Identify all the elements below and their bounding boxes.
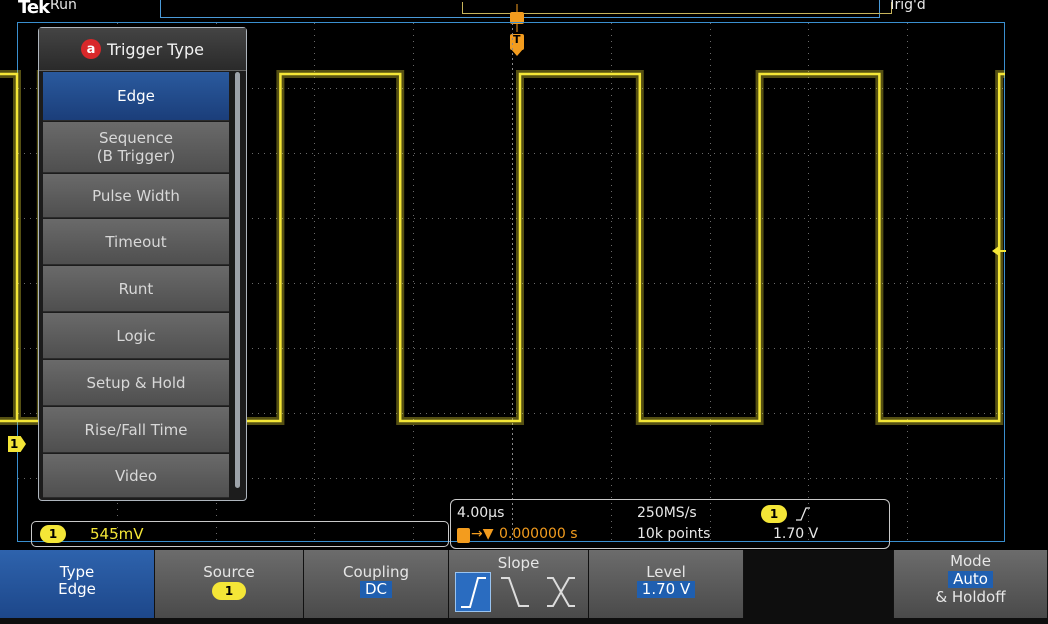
menu-a-badge: a [80, 39, 101, 59]
trigger-type-option[interactable]: Video [43, 454, 229, 498]
channel-1-readout[interactable]: 1 545mV [31, 521, 449, 547]
trigger-type-option-label: Logic [116, 326, 156, 345]
falling-slope-icon [501, 577, 529, 607]
oscilloscope-screen: Tek Run Trig'd T 1 a Trigger Type Edge S… [0, 0, 1048, 624]
either-slope-icon [547, 577, 575, 607]
level-button[interactable]: Level 1.70 V [589, 550, 744, 618]
trigger-type-option[interactable]: Runt [43, 266, 229, 312]
source-button[interactable]: Source 1 [155, 550, 304, 618]
trigger-type-menu-title: Trigger Type [106, 39, 204, 59]
horizontal-scale: 4.00µs [457, 505, 505, 521]
horizontal-delay: 0.000000 s [499, 526, 578, 542]
trigger-type-menu-header: a Trigger Type [39, 28, 246, 71]
bottom-menu: Type Edge Source 1 Coupling DC Slope Lev… [0, 550, 1048, 624]
sample-rate: 250MS/s [637, 505, 697, 521]
trigger-type-option-label: Setup & Hold [86, 373, 186, 392]
menu-scrollbar[interactable] [235, 72, 240, 488]
trigger-type-option-label: Video [114, 466, 158, 485]
source-channel-badge: 1 [212, 582, 246, 600]
trigger-source-badge: 1 [761, 505, 787, 523]
trigger-type-option-label: Sequence (B Trigger) [96, 129, 176, 165]
trigger-level-arrow-icon [992, 246, 1006, 256]
trigger-level-marker[interactable] [992, 242, 1006, 256]
trigger-level-readout: 1.70 V [773, 526, 819, 542]
trigger-type-option[interactable]: Sequence (B Trigger) [43, 122, 229, 173]
tek-logo: Tek [18, 0, 50, 18]
trigger-position-badge [457, 528, 470, 543]
slope-button[interactable]: Slope [449, 550, 589, 618]
source-button-label: Source [203, 563, 255, 581]
coupling-button-value: DC [359, 581, 393, 598]
trigger-type-option-label: Pulse Width [92, 186, 180, 205]
mode-button-label: Mode [950, 552, 991, 570]
record-window [462, 2, 892, 14]
acquisition-status: Run [50, 0, 77, 13]
trigger-type-option-label: Rise/Fall Time [84, 420, 188, 439]
coupling-button-label: Coupling [342, 563, 410, 581]
delay-prefix: →▼ [471, 526, 494, 542]
channel-1-marker-label: 1 [10, 437, 19, 451]
type-button[interactable]: Type Edge [0, 550, 155, 618]
channel-1-badge: 1 [40, 525, 66, 543]
level-button-label: Level [646, 563, 686, 581]
type-button-value: Edge [58, 580, 96, 598]
mode-button-suffix: & Holdoff [935, 588, 1006, 606]
slope-falling-option[interactable] [497, 572, 533, 612]
trigger-type-option[interactable]: Pulse Width [43, 174, 229, 218]
trigger-status: Trig'd [888, 0, 926, 13]
timebase-trigger-readout[interactable]: 4.00µs 250MS/s 1 →▼ 0.000000 s 10k point… [450, 499, 890, 549]
level-button-value: 1.70 V [636, 581, 696, 598]
trigger-type-option[interactable]: Timeout [43, 219, 229, 265]
rising-edge-icon [796, 507, 810, 521]
type-button-label: Type [59, 563, 95, 581]
slope-rising-option[interactable] [455, 572, 491, 612]
trigger-type-option[interactable]: Logic [43, 313, 229, 359]
record-length: 10k points [637, 526, 711, 542]
trigger-type-option-label: Edge [117, 87, 155, 105]
slope-button-label: Slope [497, 554, 540, 572]
trigger-type-option[interactable]: Rise/Fall Time [43, 407, 229, 453]
trigger-type-option-label: Runt [118, 279, 154, 298]
empty-bezel-button[interactable] [744, 550, 894, 618]
trigger-type-option[interactable]: Setup & Hold [43, 360, 229, 406]
coupling-button[interactable]: Coupling DC [304, 550, 449, 618]
channel-1-scale: 545mV [90, 525, 144, 543]
trigger-type-option-label: Timeout [105, 232, 167, 251]
trigger-type-menu: a Trigger Type Edge Sequence (B Trigger) P… [38, 27, 247, 501]
mode-holdoff-button[interactable]: Mode Auto & Holdoff [894, 550, 1048, 618]
trigger-type-option[interactable]: Edge [43, 72, 229, 121]
rising-slope-icon [461, 577, 486, 608]
mode-button-value: Auto [948, 571, 993, 588]
slope-either-option[interactable] [543, 572, 579, 612]
